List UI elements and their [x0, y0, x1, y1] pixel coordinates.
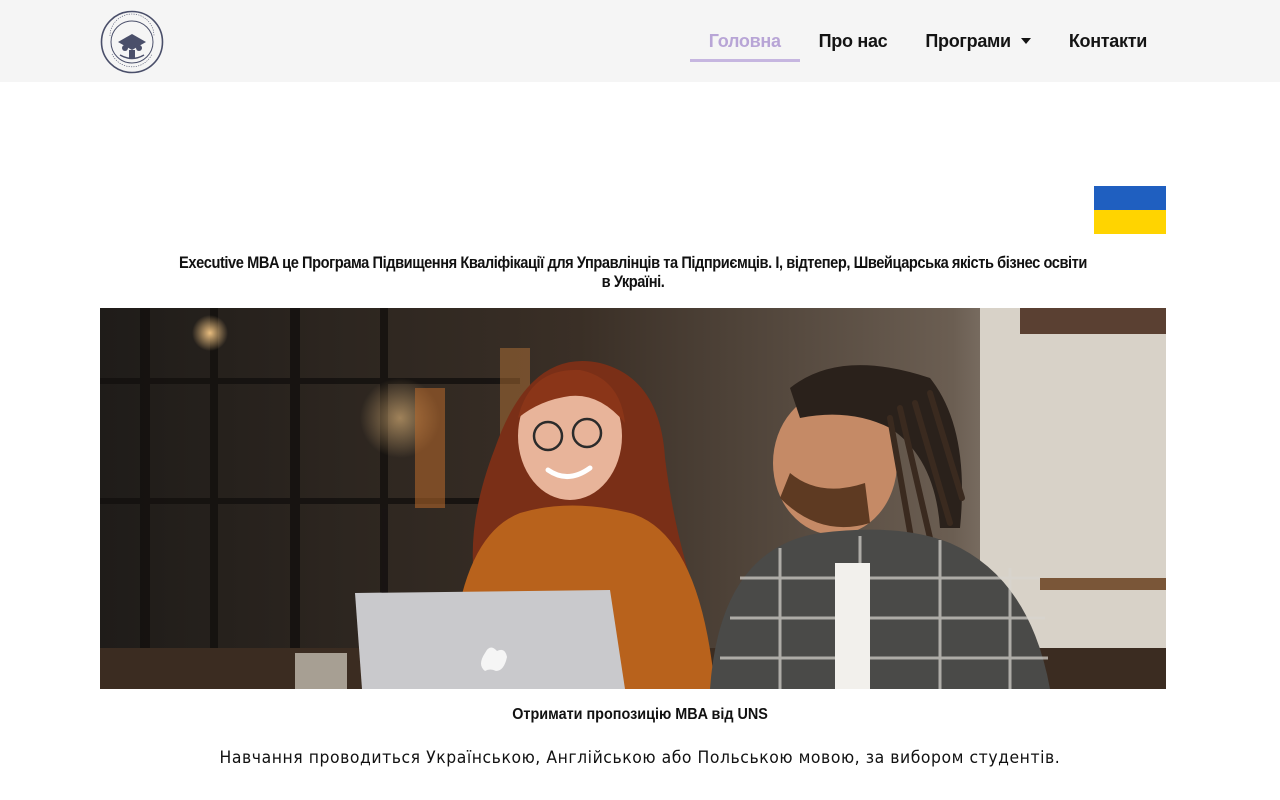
site-header: Головна Про нас Програми Контакти: [0, 0, 1280, 82]
nav-item-contacts[interactable]: Контакти: [1050, 0, 1166, 82]
get-mba-offer-link-label: Отримати пропозицію MBA від UNS: [512, 706, 768, 723]
hero-image: [100, 308, 1166, 689]
nav-item-about[interactable]: Про нас: [800, 0, 907, 82]
nav-item-contacts-label: Контакти: [1068, 30, 1147, 51]
page-headline: Executive MBA це Програма Підвищення Ква…: [179, 253, 1087, 291]
nav-item-programs-label: Програми: [925, 30, 1011, 51]
language-note-text: Навчання проводиться Українською, Англій…: [219, 748, 1061, 768]
main-nav: Головна Про нас Програми Контакти: [689, 0, 1166, 82]
hero-photo-illustration: [100, 308, 1166, 689]
caret-down-icon: [1020, 38, 1031, 44]
nav-item-programs[interactable]: Програми: [906, 0, 1049, 82]
nav-item-home[interactable]: Головна: [689, 0, 800, 82]
nav-item-home-label: Головна: [708, 30, 781, 51]
nav-item-about-label: Про нас: [818, 30, 888, 51]
flag-blue-stripe: [1094, 186, 1166, 210]
get-mba-offer-link[interactable]: Отримати пропозицію MBA від UNS: [0, 706, 1280, 724]
fundacja-ceasc-logo[interactable]: [100, 10, 164, 74]
flag-yellow-stripe: [1094, 210, 1166, 234]
language-note: Навчання проводиться Українською, Англій…: [0, 748, 1280, 768]
ukraine-flag-icon: [1094, 186, 1166, 234]
